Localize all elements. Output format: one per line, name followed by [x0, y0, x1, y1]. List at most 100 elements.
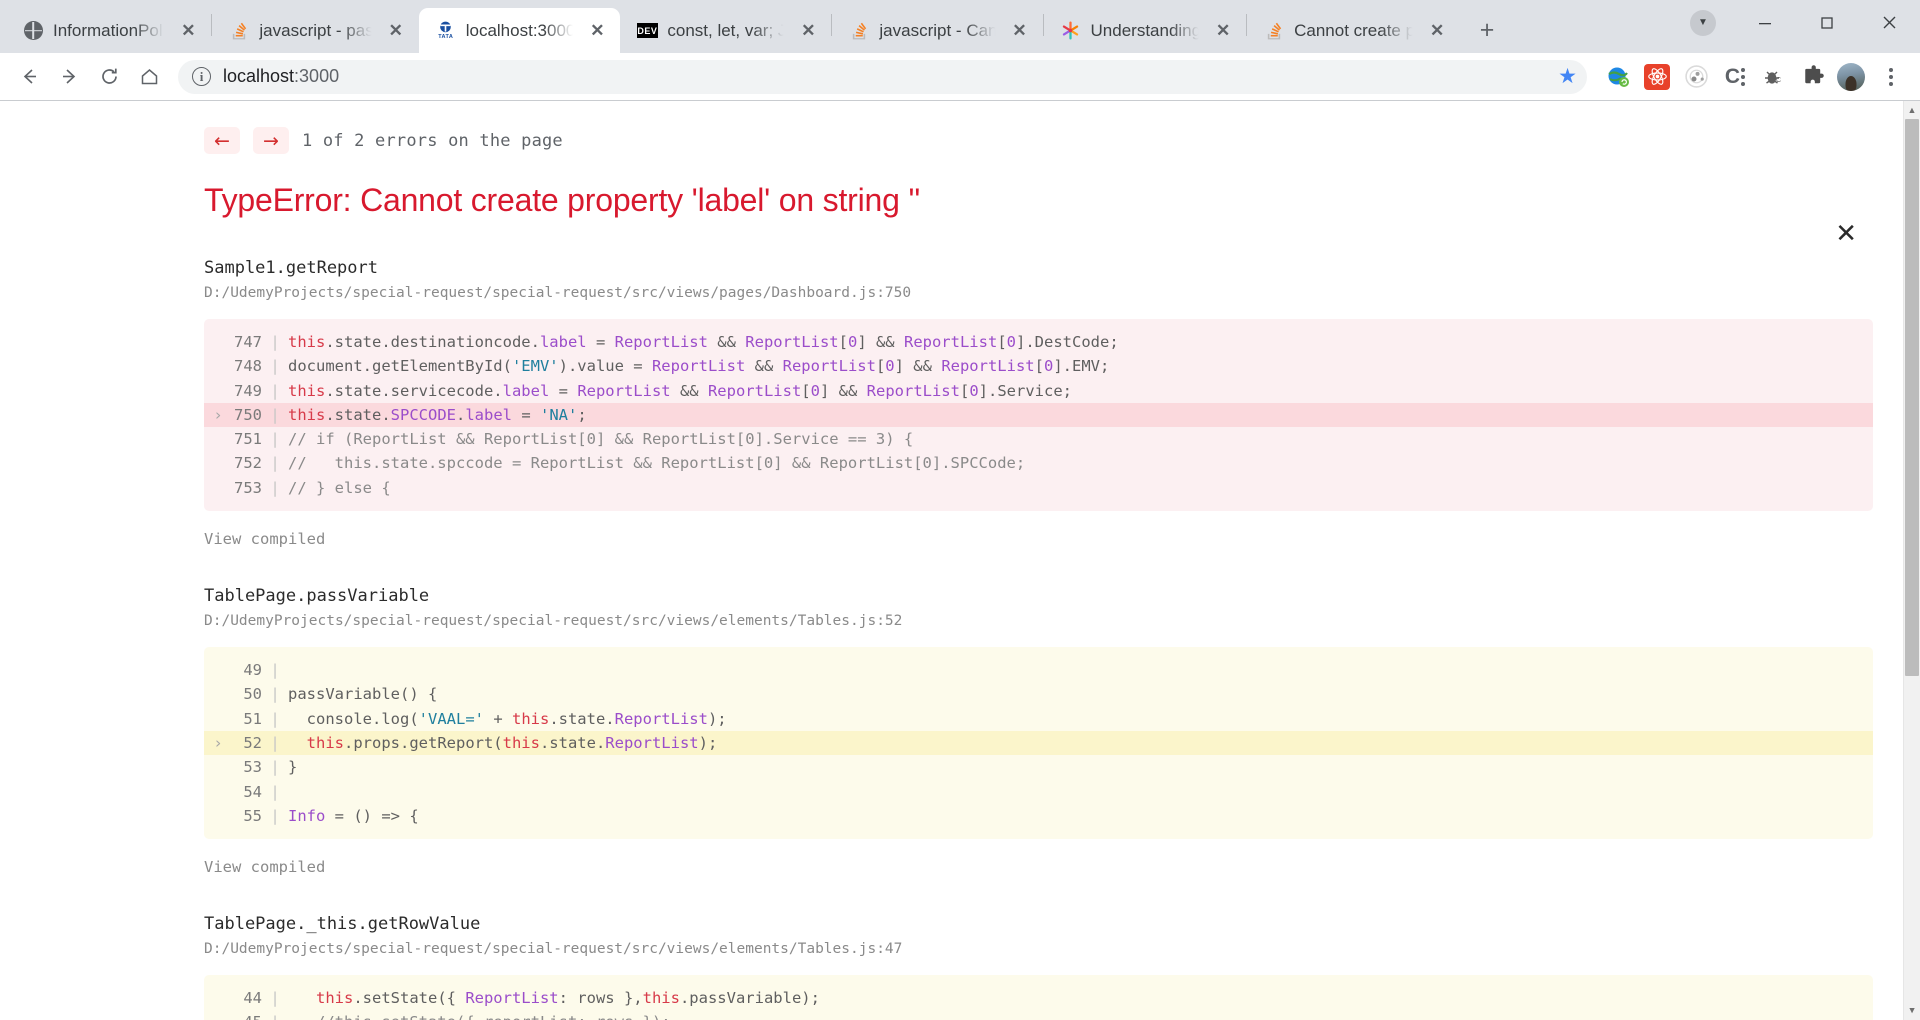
- code-token: label: [539, 333, 587, 351]
- error-line-caret-icon: [210, 707, 226, 731]
- back-button[interactable]: [10, 58, 48, 96]
- gutter-divider: |: [270, 357, 280, 376]
- code-line: 54 |: [204, 780, 1873, 804]
- error-line-caret-icon: [210, 755, 226, 779]
- minimize-button[interactable]: [1734, 0, 1796, 45]
- gutter-divider: |: [270, 454, 280, 473]
- chrome-menu-button[interactable]: [1872, 58, 1910, 96]
- line-number: 51: [243, 709, 262, 728]
- tab-close-button[interactable]: ✕: [175, 18, 201, 44]
- browser-tab[interactable]: javascript - pas ✕: [212, 8, 418, 53]
- code-token: ] &&: [894, 357, 942, 376]
- profile-chip-button[interactable]: ▼: [1672, 0, 1734, 45]
- code-token: ReportList: [577, 381, 671, 400]
- view-compiled-link[interactable]: View compiled: [204, 858, 1873, 876]
- error-line-caret-icon: [210, 986, 226, 1010]
- code-token: );: [698, 733, 718, 752]
- gutter-divider: |: [270, 333, 280, 351]
- code-text: document.getElementById('EMV').value = R…: [288, 354, 1109, 378]
- bug-icon[interactable]: C: [1757, 60, 1791, 94]
- code-text: this.state.SPCCODE.label = 'NA';: [288, 403, 587, 427]
- next-error-button[interactable]: →: [253, 127, 289, 154]
- code-token: ] &&: [819, 381, 867, 400]
- browser-tab[interactable]: javascript - Can ✕: [832, 8, 1042, 53]
- close-window-button[interactable]: [1858, 0, 1920, 45]
- react-devtools-icon[interactable]: [1640, 60, 1674, 94]
- code-line: › 750 | this.state.SPCCODE.label = 'NA';: [204, 402, 1873, 428]
- code-line: 53 |}: [204, 755, 1873, 779]
- scrollbar-thumb[interactable]: [1905, 119, 1919, 676]
- code-token: document.getElementById(: [288, 357, 512, 376]
- profile-avatar-image: [1837, 62, 1865, 91]
- line-number: 750: [234, 405, 262, 424]
- gutter-divider: |: [270, 989, 280, 1008]
- line-number: 53: [243, 758, 262, 777]
- code-token: this: [511, 709, 550, 728]
- code-text: this.setState({ ReportList: rows },this.…: [288, 986, 820, 1010]
- page-scrollbar[interactable]: ▲ ▲: [1903, 101, 1920, 1020]
- code-token: // this.state.spccode = ReportList && Re…: [288, 454, 1026, 473]
- ci-icon[interactable]: C: [1718, 60, 1752, 94]
- stackoverflow-icon: [1263, 20, 1285, 42]
- code-token: console.log(: [288, 709, 419, 728]
- scroll-up-button[interactable]: ▲: [1904, 101, 1920, 118]
- code-token: ;: [577, 405, 587, 424]
- browser-tab[interactable]: InformationPoli ✕: [6, 8, 211, 53]
- code-token: =: [586, 333, 615, 351]
- maximize-button[interactable]: [1796, 0, 1858, 45]
- code-token: 'EMV': [511, 357, 559, 376]
- gutter-divider: |: [262, 1010, 288, 1020]
- browser-window: InformationPoli ✕ javascript - pas ✕ TATA loc…: [0, 0, 1920, 1020]
- error-line-caret-icon: ›: [213, 405, 223, 424]
- code-token: .: [455, 405, 466, 424]
- home-button[interactable]: [130, 58, 168, 96]
- code-token: this: [306, 733, 344, 752]
- site-info-icon[interactable]: i: [192, 67, 211, 86]
- gutter-divider: |: [270, 806, 280, 825]
- bookmark-star-icon[interactable]: ★: [1558, 64, 1577, 89]
- error-line-caret-icon: [210, 379, 226, 403]
- reload-button[interactable]: [90, 58, 128, 96]
- asterisk-icon: [1060, 20, 1082, 42]
- line-number: 52: [243, 733, 262, 752]
- scroll-down-button[interactable]: ▲: [1904, 1003, 1920, 1020]
- browser-tab[interactable]: DEV const, let, var; J ✕: [620, 8, 831, 53]
- close-overlay-button[interactable]: ✕: [1835, 221, 1857, 247]
- ci-dots-icon: [1741, 67, 1746, 86]
- code-token: 'NA': [540, 405, 578, 424]
- code-token: .state.servicecode.: [325, 381, 503, 400]
- redux-devtools-icon[interactable]: [1679, 60, 1713, 94]
- code-token: 0: [885, 357, 895, 376]
- gutter-divider: |: [270, 661, 280, 680]
- tab-close-button[interactable]: ✕: [795, 18, 821, 44]
- code-token: ] &&: [857, 333, 904, 351]
- tab-close-button[interactable]: ✕: [383, 18, 409, 44]
- browser-tab-active[interactable]: TATA localhost:3000 ✕: [418, 8, 621, 53]
- forward-arrow-icon: [62, 69, 75, 84]
- tab-close-button[interactable]: ✕: [1007, 18, 1033, 44]
- world-sync-icon[interactable]: [1601, 60, 1635, 94]
- svg-text:C: C: [1776, 77, 1781, 84]
- code-token: label: [502, 381, 550, 400]
- tab-close-button[interactable]: ✕: [1210, 18, 1236, 44]
- globe-icon: [22, 20, 44, 42]
- code-token: .state.: [325, 405, 391, 424]
- avatar[interactable]: [1832, 58, 1870, 96]
- view-compiled-link[interactable]: View compiled: [204, 530, 1873, 548]
- browser-tab[interactable]: Cannot create p ✕: [1247, 8, 1460, 53]
- gutter-divider: |: [270, 782, 280, 801]
- forward-button[interactable]: [50, 58, 88, 96]
- prev-error-button[interactable]: ←: [204, 127, 240, 154]
- code-token: ReportList: [866, 381, 960, 400]
- new-tab-button[interactable]: +: [1468, 11, 1506, 49]
- tab-close-button[interactable]: ✕: [584, 18, 610, 44]
- line-number: 54: [243, 782, 262, 801]
- puzzle-extensions-icon[interactable]: [1796, 60, 1830, 94]
- address-bar[interactable]: i localhost:3000 ★: [178, 59, 1587, 94]
- tab-close-button[interactable]: ✕: [1424, 18, 1450, 44]
- browser-tab[interactable]: Understanding ✕: [1044, 8, 1247, 53]
- code-text: // this.state.spccode = ReportList && Re…: [288, 451, 1025, 475]
- error-line-caret-icon: [210, 1010, 226, 1020]
